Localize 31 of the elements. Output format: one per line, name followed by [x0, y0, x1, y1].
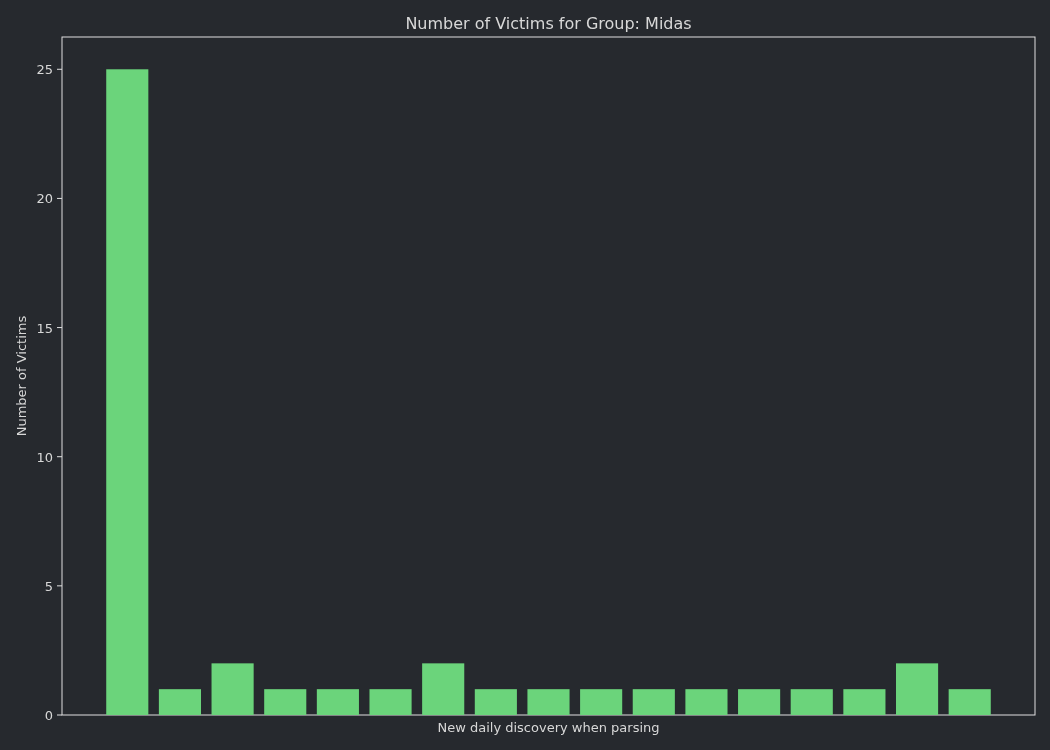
bar [474, 689, 517, 715]
tick-mark [56, 197, 63, 199]
bar [843, 689, 886, 715]
tick-label: 25 [36, 62, 53, 78]
tick-label: 20 [36, 191, 53, 207]
tick-mark [56, 714, 63, 716]
chart-title: Number of Victims for Group: Midas [405, 14, 692, 33]
bar [422, 663, 465, 715]
bar [580, 689, 623, 715]
tick-mark [56, 68, 63, 70]
bar [264, 689, 307, 715]
y-axis-label: Number of Victims [14, 315, 29, 437]
bar [632, 689, 675, 715]
bar [527, 689, 570, 715]
tick-label: 15 [36, 320, 53, 336]
bar [896, 663, 939, 715]
tick-label: 0 [44, 708, 53, 723]
tick-label: 5 [44, 578, 53, 594]
x-axis-label: New daily discovery when parsing [437, 720, 660, 735]
tick-mark [56, 456, 63, 458]
bar [790, 689, 833, 715]
bar [685, 689, 728, 715]
tick-label: 10 [36, 449, 53, 465]
tick-mark [56, 585, 63, 587]
bar [316, 689, 359, 715]
bar [948, 689, 991, 715]
bar [211, 663, 254, 715]
bar [158, 689, 201, 715]
bar [369, 689, 412, 715]
bar [738, 689, 781, 715]
tick-mark [56, 327, 63, 329]
